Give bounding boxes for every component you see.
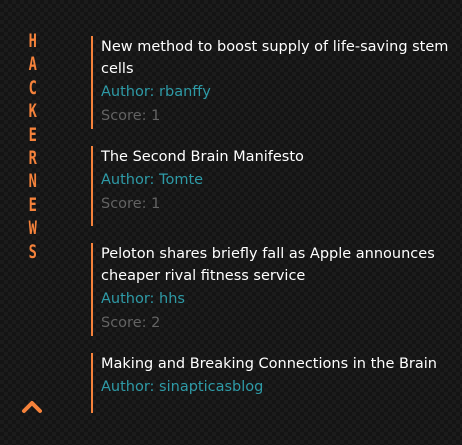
brand-letter: R <box>28 146 38 169</box>
story-item: Making and Breaking Connections in the B… <box>91 353 451 413</box>
story-author[interactable]: Author: rbanffy <box>101 80 451 104</box>
brand-letter: H <box>28 30 38 52</box>
story-feed: New method to boost supply of life-savin… <box>91 36 451 413</box>
story-item: Peloton shares briefly fall as Apple ann… <box>91 243 451 336</box>
story-author[interactable]: Author: sinapticasblog <box>101 375 451 399</box>
story-author[interactable]: Author: Tomte <box>101 168 451 192</box>
story-title[interactable]: Peloton shares briefly fall as Apple ann… <box>101 243 451 287</box>
brand-letter: A <box>28 53 38 76</box>
chevron-up-icon <box>22 401 42 413</box>
brand-letter: E <box>28 123 38 146</box>
story-score: Score: 1 <box>101 108 161 124</box>
brand-vertical-title: H A C K E R N E W S <box>21 30 45 264</box>
brand-letter: W <box>28 217 38 240</box>
story-author[interactable]: Author: hhs <box>101 287 451 311</box>
story-item: The Second Brain Manifesto Author: Tomte… <box>91 146 451 226</box>
brand-letter: K <box>28 100 38 123</box>
story-title[interactable]: The Second Brain Manifesto <box>101 146 451 168</box>
scroll-to-top-button[interactable] <box>21 398 43 414</box>
story-item: New method to boost supply of life-savin… <box>91 36 451 129</box>
story-title[interactable]: New method to boost supply of life-savin… <box>101 36 451 80</box>
brand-letter: C <box>28 76 38 99</box>
story-score: Score: 1 <box>101 196 161 212</box>
story-score: Score: 2 <box>101 315 161 331</box>
brand-letter: N <box>28 170 38 193</box>
brand-letter: E <box>28 193 38 216</box>
brand-letter: S <box>28 240 38 263</box>
story-title[interactable]: Making and Breaking Connections in the B… <box>101 353 451 375</box>
